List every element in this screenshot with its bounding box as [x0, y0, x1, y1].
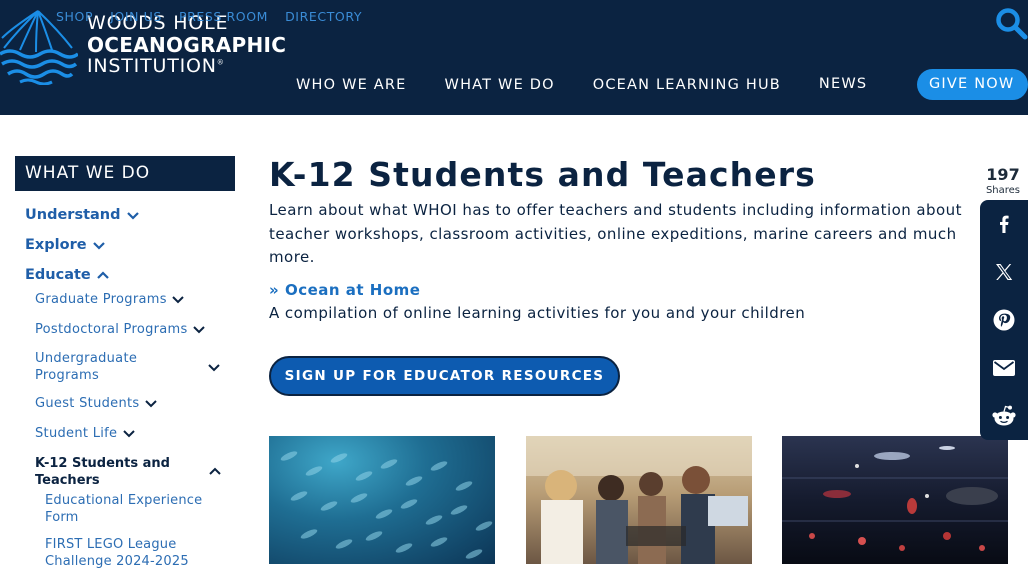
util-link-shop[interactable]: SHOP [56, 9, 93, 24]
share-count: 197 Shares [983, 166, 1023, 197]
nav-news[interactable]: NEWS [819, 76, 867, 92]
share-pinterest-button[interactable] [980, 296, 1028, 344]
logo-line-3: INSTITUTION® [87, 57, 286, 76]
sidebar-item-student-life[interactable]: Student Life [35, 425, 136, 442]
share-reddit-button[interactable] [980, 392, 1028, 440]
utility-nav: SHOP JOIN US PRESS ROOM DIRECTORY [56, 9, 362, 24]
sidebar-item-educate[interactable]: Educate [25, 267, 110, 283]
ocean-at-home-link[interactable]: » Ocean at Home [269, 281, 420, 299]
chevron-up-icon[interactable] [96, 270, 110, 280]
logo-line-2: OCEANOGRAPHIC [87, 33, 287, 57]
logo-line-3-text: INSTITUTION [87, 55, 217, 77]
sidebar-item-label: Educate [25, 267, 91, 283]
sidebar-item-label: Graduate Programs [35, 292, 167, 307]
ocean-at-home-description: A compilation of online learning activit… [269, 304, 806, 322]
chevron-down-icon[interactable] [92, 241, 106, 250]
nav-what-we-do[interactable]: WHAT WE DO [445, 77, 555, 93]
share-x-button[interactable] [980, 248, 1028, 296]
pinterest-icon [993, 309, 1015, 331]
chevron-down-icon[interactable] [207, 363, 221, 372]
card-image-ocean-zones[interactable] [782, 436, 1008, 564]
main-nav: WHO WE ARE WHAT WE DO OCEAN LEARNING HUB… [296, 76, 867, 93]
educator-resources-signup-button[interactable]: SIGN UP FOR EDUCATOR RESOURCES [269, 356, 620, 396]
share-email-button[interactable] [980, 344, 1028, 392]
registered-mark: ® [216, 58, 225, 67]
util-link-directory[interactable]: DIRECTORY [285, 9, 362, 24]
lab-scene-illustration [526, 436, 752, 564]
sidebar-item-guest-students[interactable]: Guest Students [35, 395, 158, 412]
sidebar-item-label: Understand [25, 207, 121, 223]
site-header: WOODS HOLE OCEANOGRAPHIC INSTITUTION® SH… [0, 0, 1028, 115]
share-count-label: Shares [985, 185, 1021, 196]
page-title: K-12 Students and Teachers [269, 155, 816, 194]
chevron-down-icon[interactable] [171, 295, 185, 304]
sidebar-item-label: Student Life [35, 426, 118, 441]
reddit-icon [992, 405, 1016, 426]
double-chevron-right-icon: » [269, 281, 280, 299]
chevron-down-icon[interactable] [144, 399, 158, 408]
sidebar-item-understand[interactable]: Understand [25, 207, 140, 223]
chevron-down-icon[interactable] [192, 325, 206, 334]
sidebar-heading: WHAT WE DO [15, 156, 235, 191]
email-icon [993, 360, 1015, 376]
share-count-number: 197 [986, 165, 1020, 184]
sidebar-item-label: Explore [25, 237, 87, 253]
sidebar-item-postdoctoral-programs[interactable]: Postdoctoral Programs [35, 321, 206, 338]
util-link-join-us[interactable]: JOIN US [110, 9, 162, 24]
intro-paragraph: Learn about what WHOI has to offer teach… [269, 201, 962, 266]
card-image-lab-visit[interactable] [526, 436, 752, 564]
sidebar-item-first-lego-league[interactable]: FIRST LEGO League Challenge 2024-2025 [45, 536, 220, 570]
ocean-zones-illustration [782, 446, 1008, 551]
sidebar-item-undergraduate-programs[interactable]: Undergraduate Programs [35, 350, 155, 384]
fish-school-illustration [280, 451, 493, 559]
sidebar-item-graduate-programs[interactable]: Graduate Programs [35, 291, 185, 308]
chevron-down-icon[interactable] [122, 429, 136, 438]
x-twitter-icon [996, 264, 1013, 280]
chevron-down-icon[interactable] [126, 211, 140, 220]
chevron-up-icon[interactable] [208, 467, 222, 476]
sidebar-item-k12-active[interactable]: K-12 Students and Teachers [35, 455, 185, 489]
sidebar-item-label: Postdoctoral Programs [35, 322, 188, 337]
sidebar-item-educational-experience-form[interactable]: Educational Experience Form [45, 492, 220, 526]
sidebar-item-label: Guest Students [35, 396, 140, 411]
ocean-at-home-label: Ocean at Home [284, 281, 421, 299]
search-icon [996, 8, 1028, 40]
share-bar [980, 200, 1028, 440]
nav-who-we-are[interactable]: WHO WE ARE [296, 77, 407, 93]
util-link-press-room[interactable]: PRESS ROOM [179, 9, 268, 24]
give-now-button[interactable]: GIVE NOW [917, 69, 1028, 100]
share-facebook-button[interactable] [980, 200, 1028, 248]
facebook-icon [1000, 215, 1009, 233]
sidebar-item-explore[interactable]: Explore [25, 237, 106, 253]
nav-ocean-learning-hub[interactable]: OCEAN LEARNING HUB [593, 77, 781, 93]
card-image-fish-school[interactable] [269, 436, 495, 564]
search-button[interactable] [994, 6, 1028, 42]
